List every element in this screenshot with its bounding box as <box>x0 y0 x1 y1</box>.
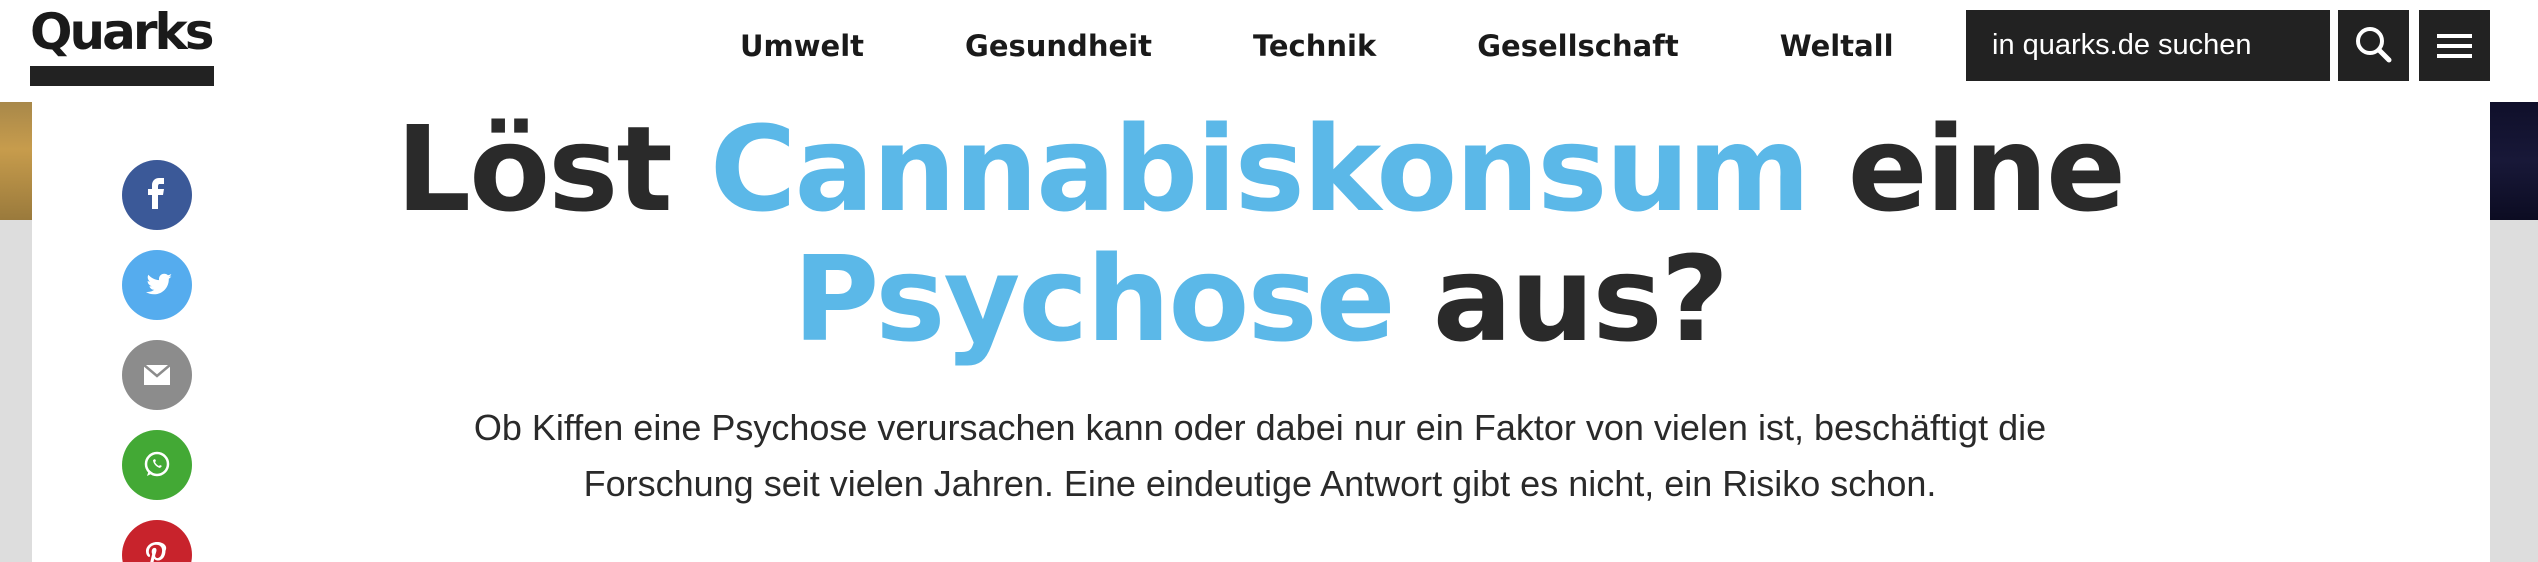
headline-highlight-cannabiskonsum: Cannabiskonsum <box>709 100 1811 238</box>
menu-button[interactable] <box>2419 10 2490 81</box>
quarks-logo[interactable]: Quarks <box>30 2 215 86</box>
logo-text: Quarks <box>30 3 215 61</box>
nav-item-umwelt[interactable]: Umwelt <box>740 22 864 70</box>
site-header: Quarks Umwelt Gesundheit Technik Gesells… <box>0 0 2538 100</box>
headline-part3: aus? <box>1393 230 1729 368</box>
share-email-button[interactable] <box>122 340 192 410</box>
background-image-left <box>0 102 32 220</box>
whatsapp-icon <box>144 451 170 477</box>
headline-part1: Löst <box>395 100 710 238</box>
headline-highlight-psychose: Psychose <box>792 230 1396 368</box>
nav-item-gesundheit[interactable]: Gesundheit <box>965 22 1152 70</box>
email-icon <box>143 364 171 385</box>
share-whatsapp-button[interactable] <box>122 430 192 500</box>
search-icon <box>2356 27 2392 63</box>
article-teaser: Ob Kiffen eine Psychose verursachen kann… <box>473 407 2047 504</box>
headline-part2: eine <box>1808 100 2127 238</box>
nav-item-technik[interactable]: Technik <box>1253 22 1376 70</box>
nav-item-gesellschaft[interactable]: Gesellschaft <box>1477 22 1678 70</box>
share-facebook-button[interactable] <box>122 160 192 230</box>
share-pinterest-button[interactable] <box>122 520 192 562</box>
background-image-right <box>2490 102 2538 220</box>
search-button[interactable] <box>2338 10 2409 81</box>
article-headline: Löst Cannabiskonsum eine Psychose aus? <box>380 104 2140 364</box>
logo-bar <box>30 66 214 86</box>
pinterest-icon <box>146 542 167 562</box>
facebook-icon <box>148 178 164 209</box>
search-input[interactable]: in quarks.de suchen <box>1966 10 2330 81</box>
hamburger-icon <box>2437 34 2472 58</box>
share-twitter-button[interactable] <box>122 250 192 320</box>
main-nav: Umwelt Gesundheit Technik Gesellschaft W… <box>740 22 1894 70</box>
twitter-icon <box>146 273 172 295</box>
nav-item-weltall[interactable]: Weltall <box>1780 22 1894 70</box>
